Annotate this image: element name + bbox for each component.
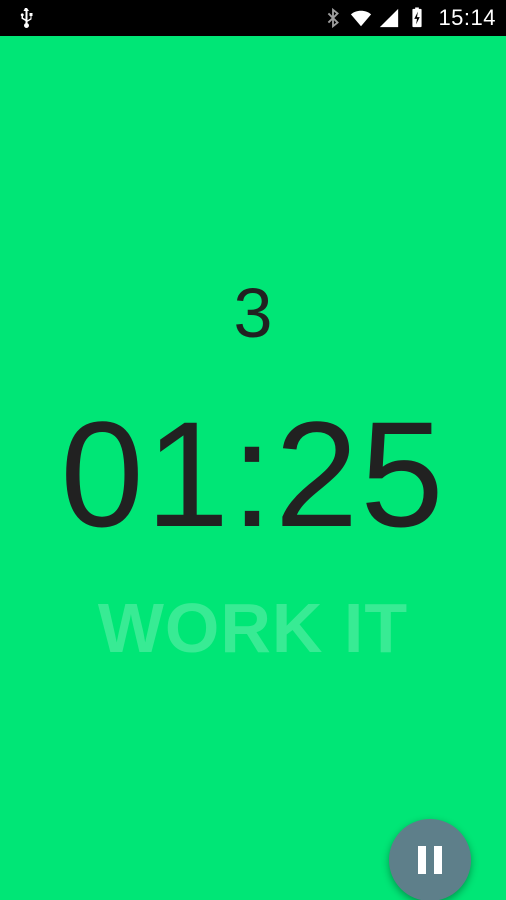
wifi-icon bbox=[351, 10, 372, 27]
phase-label: WORK IT bbox=[97, 589, 409, 667]
workout-screen: 3 01:25 WORK IT bbox=[0, 36, 506, 900]
usb-icon bbox=[20, 8, 33, 28]
round-counter: 3 bbox=[233, 274, 273, 352]
pause-button[interactable] bbox=[389, 819, 471, 900]
status-bar: 15:14 bbox=[0, 0, 506, 36]
bluetooth-icon bbox=[328, 7, 340, 29]
status-clock: 15:14 bbox=[438, 5, 496, 30]
battery-charging-icon bbox=[412, 7, 423, 28]
signal-icon bbox=[380, 8, 399, 28]
app-screen: 15:14 3 01:25 WORK IT bbox=[0, 0, 506, 900]
countdown-timer: 01:25 bbox=[60, 390, 446, 558]
pause-icon bbox=[414, 846, 446, 874]
